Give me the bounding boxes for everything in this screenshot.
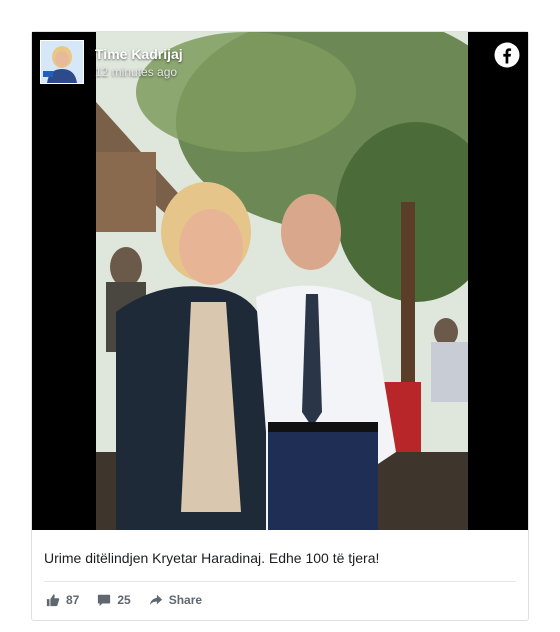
author-avatar[interactable] bbox=[40, 40, 84, 84]
post-actions: 87 25 Share bbox=[46, 593, 220, 607]
share-label: Share bbox=[168, 593, 203, 607]
facebook-post-card: Time Kadrijaj 12 minutes ago Urime ditël… bbox=[31, 31, 529, 621]
facebook-icon[interactable] bbox=[494, 42, 520, 68]
caption-divider bbox=[44, 581, 516, 582]
post-photo[interactable] bbox=[96, 32, 468, 530]
like-button[interactable]: 87 bbox=[46, 593, 79, 607]
post-header: Time Kadrijaj 12 minutes ago bbox=[40, 40, 520, 86]
avatar-image bbox=[41, 41, 83, 83]
photo-illustration bbox=[96, 32, 468, 530]
share-button[interactable]: Share bbox=[149, 593, 202, 607]
share-arrow-icon bbox=[149, 594, 162, 606]
comment-button[interactable]: 25 bbox=[97, 593, 131, 607]
post-caption: Urime ditëlindjen Kryetar Haradinaj. Edh… bbox=[44, 550, 380, 566]
post-timestamp[interactable]: 12 minutes ago bbox=[95, 65, 177, 79]
like-count: 87 bbox=[66, 593, 80, 607]
post-media[interactable]: Time Kadrijaj 12 minutes ago bbox=[32, 32, 528, 530]
thumbs-up-icon bbox=[46, 594, 60, 607]
comment-bubble-icon bbox=[98, 594, 111, 607]
comment-count: 25 bbox=[117, 593, 131, 607]
author-name[interactable]: Time Kadrijaj bbox=[95, 46, 183, 62]
